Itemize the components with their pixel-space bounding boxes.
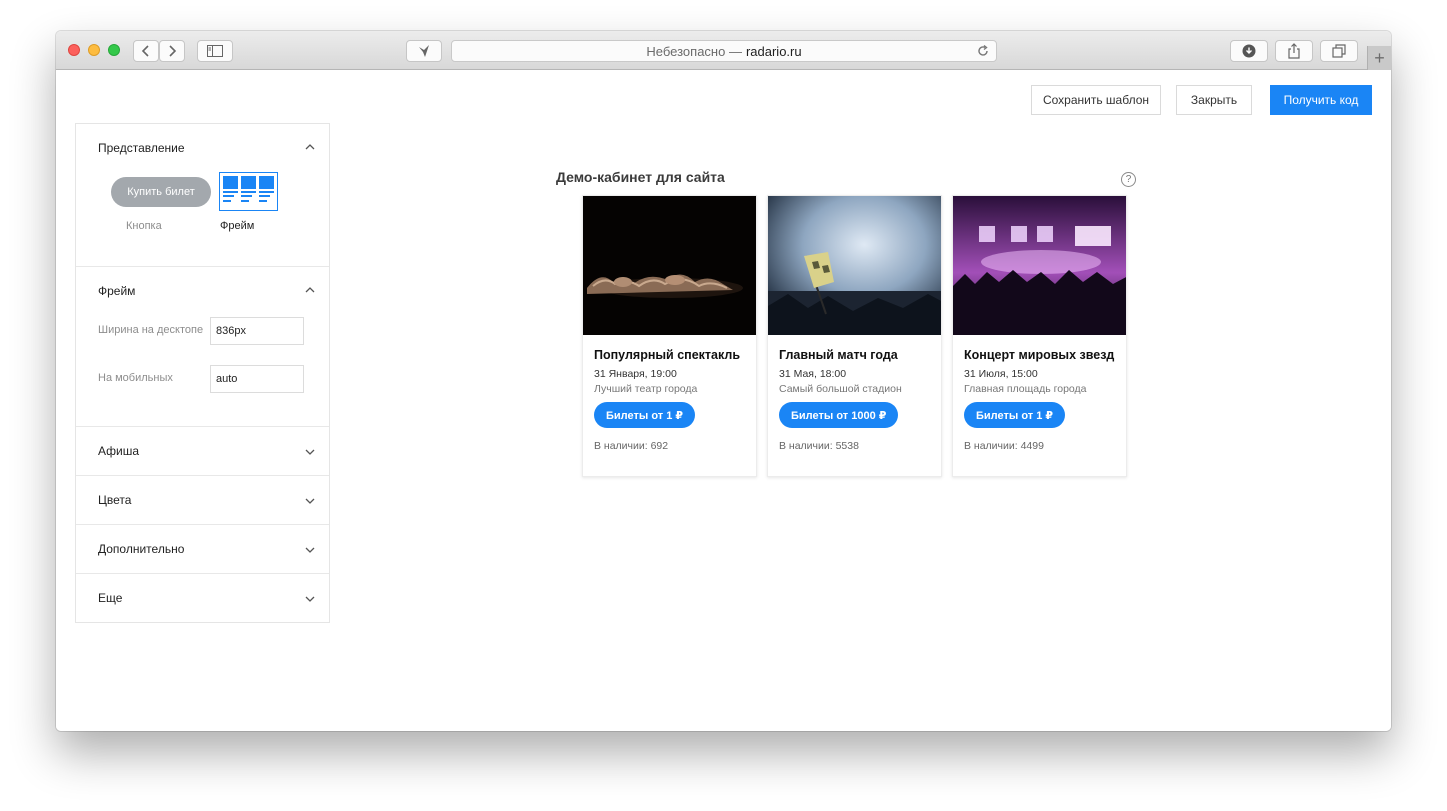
chevron-up-icon[interactable] (305, 285, 315, 295)
sidebar-icon (207, 45, 223, 57)
url-domain: radario.ru (745, 43, 802, 59)
frame-section-title[interactable]: Фрейм (98, 284, 135, 298)
browser-window: Небезопасно — radario.ru + Сохранить шаб… (56, 31, 1391, 731)
event-card[interactable]: Популярный спектакль 31 Января, 19:00 Лу… (582, 195, 757, 477)
frame-view-option[interactable] (219, 172, 278, 211)
event-card[interactable]: Главный матч года 31 Мая, 18:00 Самый бо… (767, 195, 942, 477)
frame-option-label: Фрейм (220, 220, 255, 232)
event-date: 31 Июля, 15:00 (964, 368, 1038, 380)
event-image-concert (953, 196, 1126, 335)
tickets-available: В наличии: 4499 (964, 440, 1044, 452)
help-icon[interactable]: ? (1121, 172, 1136, 187)
sidebar-section-afisha[interactable]: Афиша (76, 427, 329, 476)
event-title: Популярный спектакль (594, 348, 741, 362)
chevron-down-icon (305, 547, 315, 553)
section-title: Цвета (98, 493, 132, 507)
sidebar-toggle-button[interactable] (197, 40, 233, 62)
event-title: Главный матч года (779, 348, 898, 362)
mobile-width-label: На мобильных (98, 372, 173, 384)
sidebar-section-additional[interactable]: Дополнительно (76, 525, 329, 574)
event-venue: Лучший театр города (594, 383, 698, 395)
view-section: Представление Купить билет Кнопка Фрейм (76, 124, 329, 267)
sidebar-section-colors[interactable]: Цвета (76, 476, 329, 525)
event-venue: Самый большой стадион (779, 383, 902, 395)
event-title: Концерт мировых звезд (964, 348, 1115, 362)
chevron-up-icon[interactable] (305, 142, 315, 152)
new-tab-button[interactable]: + (1367, 46, 1391, 70)
page-content: Сохранить шаблон Закрыть Получить код Пр… (56, 71, 1391, 731)
chevron-down-icon (305, 449, 315, 455)
chevron-down-icon (305, 498, 315, 504)
event-venue: Главная площадь города (964, 383, 1087, 395)
share-icon (1288, 43, 1300, 59)
settings-sidebar: Представление Купить билет Кнопка Фрейм … (75, 123, 330, 623)
page-title: Демо-кабинет для сайта (556, 169, 725, 185)
frame-layout-icon (223, 176, 274, 202)
zoom-window-button[interactable] (108, 44, 120, 56)
section-title: Еще (98, 591, 123, 605)
forward-button[interactable] (159, 40, 185, 62)
downloads-button[interactable] (1230, 40, 1268, 62)
event-date: 31 Мая, 18:00 (779, 368, 847, 380)
minimize-window-button[interactable] (88, 44, 100, 56)
event-date: 31 Января, 19:00 (594, 368, 677, 380)
close-button[interactable]: Закрыть (1176, 85, 1252, 115)
event-image-stadium (768, 196, 941, 335)
frame-section: Фрейм Ширина на десктопе 836px На мобиль… (76, 267, 329, 427)
view-section-title[interactable]: Представление (98, 141, 185, 155)
plus-icon: + (1374, 47, 1385, 68)
mobile-width-input[interactable]: auto (210, 365, 304, 393)
section-title: Дополнительно (98, 542, 185, 556)
button-view-option[interactable]: Купить билет (111, 177, 211, 207)
download-icon (1242, 44, 1256, 58)
tabs-icon (1332, 44, 1346, 58)
address-bar[interactable]: Небезопасно — radario.ru (451, 40, 997, 62)
chevron-down-icon (305, 596, 315, 602)
save-template-button[interactable]: Сохранить шаблон (1031, 85, 1161, 115)
close-window-button[interactable] (68, 44, 80, 56)
url-security-label: Небезопасно — (646, 43, 742, 59)
share-button[interactable] (1275, 40, 1313, 62)
bird-icon (419, 45, 429, 57)
buy-tickets-button[interactable]: Билеты от 1 ₽ (594, 402, 696, 428)
extension-button[interactable] (406, 40, 442, 62)
tickets-available: В наличии: 692 (594, 440, 669, 452)
tab-overview-button[interactable] (1320, 40, 1358, 62)
reload-icon[interactable] (976, 44, 990, 58)
sidebar-section-more[interactable]: Еще (76, 574, 329, 622)
desktop-width-input[interactable]: 836px (210, 317, 304, 345)
tickets-available: В наличии: 5538 (779, 440, 859, 452)
buy-tickets-button[interactable]: Билеты от 1 ₽ (964, 402, 1066, 428)
chevron-right-icon (169, 45, 177, 57)
buy-tickets-button[interactable]: Билеты от 1000 ₽ (779, 402, 899, 428)
chevron-left-icon (141, 45, 149, 57)
get-code-button[interactable]: Получить код (1270, 85, 1372, 115)
back-button[interactable] (133, 40, 159, 62)
desktop-width-label: Ширина на десктопе (98, 324, 204, 336)
event-card[interactable]: Концерт мировых звезд 31 Июля, 15:00 Гла… (952, 195, 1127, 477)
section-title: Афиша (98, 444, 140, 458)
event-image-theatre (583, 196, 756, 335)
button-option-label: Кнопка (126, 220, 162, 232)
title-bar: Небезопасно — radario.ru + (56, 31, 1391, 70)
